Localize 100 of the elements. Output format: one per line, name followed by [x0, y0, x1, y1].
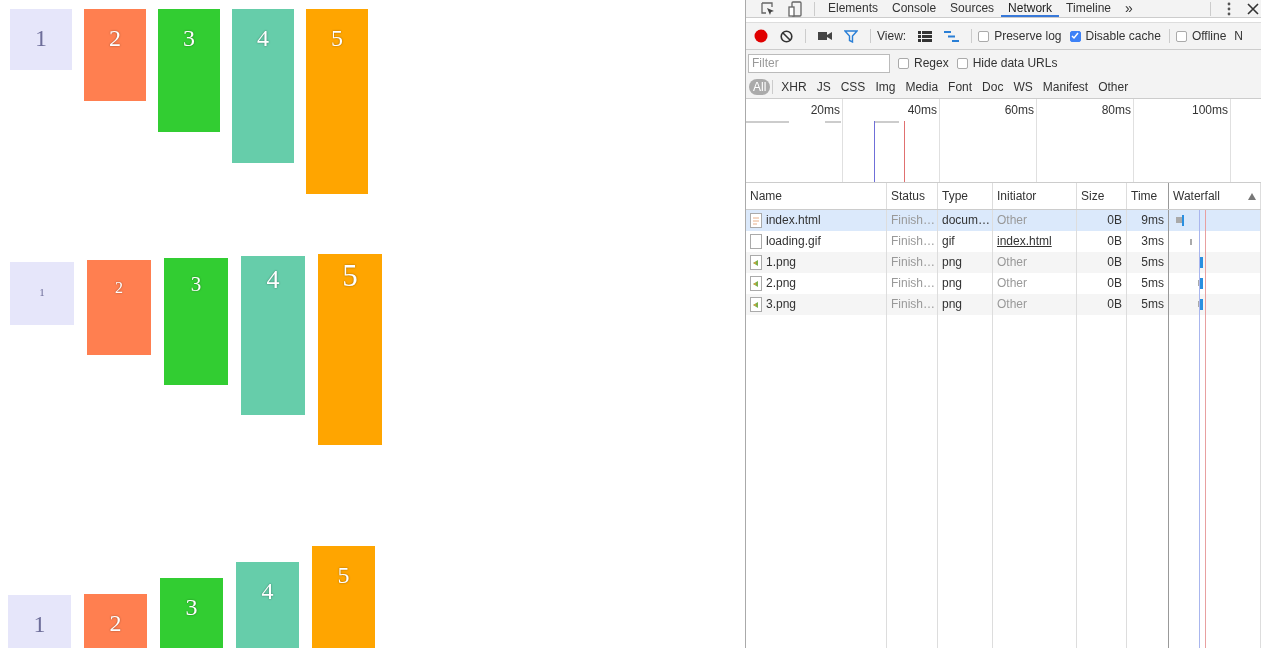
checkbox-label: Hide data URLs	[972, 56, 1058, 70]
column-header[interactable]: Initiator	[993, 183, 1077, 209]
column-header[interactable]: Type	[938, 183, 993, 209]
checkbox-label: Preserve log	[994, 29, 1062, 43]
colored-box: 5	[312, 546, 375, 648]
colored-box: 1	[10, 9, 72, 70]
column-header[interactable]: Time	[1127, 183, 1169, 209]
status-text: Finish…	[891, 233, 935, 250]
type-filter[interactable]: CSS	[836, 79, 870, 95]
file-name: loading.gif	[766, 233, 821, 250]
colored-box: 4	[236, 562, 299, 648]
column-header[interactable]: Name	[746, 183, 887, 209]
colored-box: 4	[241, 256, 305, 415]
type-filter[interactable]: XHR	[777, 79, 811, 95]
size-text: 0B	[1107, 212, 1122, 229]
size-text: 0B	[1107, 296, 1122, 313]
checkbox-label: Disable cache	[1085, 29, 1161, 43]
checkbox[interactable]	[1069, 30, 1081, 42]
type-text: png	[942, 275, 963, 292]
status-text: Finish…	[891, 212, 935, 229]
checkbox[interactable]	[1175, 30, 1187, 42]
toolbar-label: N	[1234, 29, 1244, 43]
tab[interactable]: Network	[1001, 0, 1060, 17]
type-filter[interactable]: Media	[901, 79, 943, 95]
inspect-icon[interactable]	[760, 0, 776, 17]
type-filter[interactable]: Doc	[978, 79, 1008, 95]
time-text: 9ms	[1141, 212, 1164, 229]
colored-box: 3	[160, 578, 223, 648]
request-row[interactable]: 3.png Finish… png Other 0B 5ms	[746, 294, 1261, 315]
colored-box: 3	[164, 258, 228, 385]
time-text: 5ms	[1141, 296, 1164, 313]
list-view-icon[interactable]	[918, 30, 933, 42]
colored-box: 5	[318, 254, 382, 445]
tab[interactable]: Console	[885, 0, 944, 17]
time-tick-label: 40ms	[907, 103, 937, 117]
close-icon[interactable]	[1247, 2, 1259, 15]
request-row[interactable]: 1.png Finish… png Other 0B 5ms	[746, 252, 1261, 273]
checkbox-label: Regex	[914, 56, 949, 70]
dom-loaded-line	[874, 121, 875, 182]
time-tick-label: 60ms	[1004, 103, 1034, 117]
time-tick-label: 80ms	[1101, 103, 1131, 117]
type-filter[interactable]: Manifest	[1038, 79, 1093, 95]
type-filter[interactable]: Img	[871, 79, 900, 95]
waterfall-bar	[1200, 257, 1203, 268]
type-text: png	[942, 254, 963, 271]
waterfall-bar	[1176, 215, 1184, 226]
waterfall-view-icon[interactable]	[944, 30, 960, 42]
checkbox-label: Offline	[1191, 29, 1227, 43]
colored-box: 4	[232, 9, 294, 163]
initiator-text: Other	[997, 296, 1027, 313]
filter-icon[interactable]	[844, 29, 858, 43]
more-tabs-button[interactable]: »	[1118, 0, 1140, 17]
view-label: View:	[877, 29, 907, 43]
initiator-text: Other	[997, 275, 1027, 292]
type-text: gif	[942, 233, 955, 250]
colored-box: 2	[84, 9, 146, 101]
more-icon[interactable]	[1227, 1, 1231, 16]
sort-icon[interactable]	[1248, 192, 1256, 200]
colored-box: 2	[87, 260, 151, 355]
camera-icon[interactable]	[818, 31, 832, 41]
device-icon[interactable]	[788, 0, 802, 17]
column-header[interactable]: Status	[887, 183, 938, 209]
checkbox[interactable]	[956, 57, 968, 69]
request-row[interactable]: index.html Finish… docum… Other 0B 9ms	[746, 210, 1261, 231]
clear-icon[interactable]	[780, 29, 793, 43]
checkbox[interactable]	[978, 30, 990, 42]
type-filter[interactable]: Other	[1094, 79, 1133, 95]
type-text: docum…	[942, 212, 991, 229]
status-text: Finish…	[891, 296, 935, 313]
time-text: 5ms	[1141, 254, 1164, 271]
time-tick-label: 100ms	[1191, 103, 1228, 117]
type-filter[interactable]: WS	[1009, 79, 1037, 95]
initiator-text: Other	[997, 212, 1027, 229]
size-text: 0B	[1107, 254, 1122, 271]
colored-box: 1	[8, 595, 71, 648]
file-name: 1.png	[766, 254, 797, 271]
column-header[interactable]: Size	[1077, 183, 1127, 209]
file-name: 3.png	[766, 296, 797, 313]
colored-box: 3	[158, 9, 220, 132]
time-text: 3ms	[1141, 233, 1164, 250]
time-tick-label: 20ms	[810, 103, 840, 117]
tab[interactable]: Elements	[821, 0, 886, 17]
load-line	[904, 121, 905, 182]
status-text: Finish…	[891, 275, 935, 292]
file-name: 2.png	[766, 275, 797, 292]
tab[interactable]: Timeline	[1059, 0, 1118, 17]
type-text: png	[942, 296, 963, 313]
status-text: Finish…	[891, 254, 935, 271]
record-icon[interactable]	[754, 29, 768, 43]
initiator-link[interactable]: index.html	[997, 231, 1052, 252]
file-name: index.html	[766, 212, 821, 229]
column-header[interactable]: Waterfall	[1169, 183, 1261, 209]
filter-field[interactable]: Filter	[748, 53, 890, 73]
type-filter[interactable]: JS	[812, 79, 835, 95]
checkbox[interactable]	[898, 57, 909, 69]
colored-box: 5	[306, 9, 368, 194]
time-text: 5ms	[1141, 275, 1164, 292]
colored-box: 2	[84, 594, 147, 648]
tab[interactable]: Sources	[943, 0, 1002, 17]
type-filter[interactable]: Font	[944, 79, 977, 95]
